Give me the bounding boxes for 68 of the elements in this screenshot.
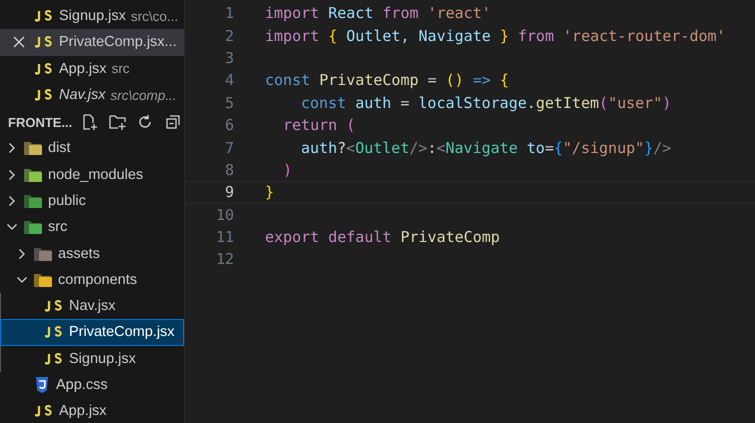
code-line: } — [265, 183, 274, 202]
open-editor-item[interactable]: PrivateComp.jsx... — [0, 29, 184, 56]
close-icon[interactable] — [13, 36, 25, 48]
folder-item[interactable]: assets — [0, 240, 184, 267]
folder-name: assets — [58, 246, 100, 262]
file-path: src\comp... — [110, 88, 176, 103]
js-file-icon — [45, 326, 62, 338]
folder-name: dist — [48, 140, 71, 156]
file-item[interactable]: Nav.jsx — [0, 292, 184, 320]
file-name: App.css — [56, 377, 108, 393]
new-folder-icon[interactable] — [109, 114, 126, 131]
line-number: 5 — [224, 94, 235, 112]
code-line: export default PrivateComp — [265, 228, 500, 246]
collapse-icon[interactable] — [165, 114, 182, 131]
line-number: 1 — [224, 4, 235, 22]
open-editor-item[interactable]: App.jsx src — [0, 56, 184, 82]
js-file-icon — [35, 405, 52, 418]
code-line: const auth = localStorage.getItem("user") — [301, 94, 672, 112]
file-name: App.jsx — [59, 60, 107, 77]
file-path: src — [112, 61, 130, 76]
code-line: import { Outlet, Navigate } from 'react-router-dom' — [265, 26, 726, 45]
folder-name: node_modules — [48, 166, 144, 183]
folder-name: src — [48, 219, 68, 236]
folder-item[interactable]: src — [0, 214, 184, 240]
line-number: 7 — [224, 138, 235, 157]
line-number: 10 — [214, 206, 235, 224]
line-number: 12 — [214, 250, 235, 268]
js-file-icon — [45, 352, 62, 365]
folder-name: components — [58, 272, 137, 288]
folder-item[interactable]: components — [0, 266, 184, 293]
line-number: 4 — [224, 71, 235, 90]
file-item[interactable]: App.jsx — [0, 398, 184, 423]
js-file-icon — [35, 10, 52, 22]
folder-item[interactable]: public — [0, 188, 184, 214]
code-line: return ( — [283, 116, 356, 134]
line-number: 6 — [224, 116, 235, 134]
file-path: src\co... — [130, 8, 178, 24]
file-name: Signup.jsx — [69, 350, 136, 367]
file-name: PrivateComp.jsx... — [59, 34, 177, 50]
js-file-icon — [35, 62, 52, 75]
file-name: Signup.jsx — [59, 8, 126, 24]
js-file-icon — [35, 36, 52, 48]
line-number: 2 — [224, 26, 235, 45]
line-number: 9 — [224, 183, 235, 202]
folder-name: public — [48, 192, 86, 209]
code-line: ) — [283, 160, 292, 179]
line-number: 11 — [214, 228, 235, 246]
js-file-icon — [35, 89, 52, 102]
open-editor-item[interactable]: Signup.jsx src\co... — [0, 3, 184, 30]
open-editor-item[interactable]: Nav.jsx src\comp... — [0, 82, 184, 108]
code-line: import React from 'react' — [265, 4, 491, 22]
code-line: auth?<Outlet/>:<Navigate to={"/signup"}/> — [301, 138, 672, 157]
folder-item[interactable]: node_modules — [0, 161, 184, 188]
file-name: App.jsx — [59, 403, 107, 420]
file-item[interactable]: Signup.jsx — [0, 346, 184, 372]
folder-item[interactable]: dist — [0, 135, 184, 162]
css-file-icon — [35, 377, 49, 393]
explorer-title: FRONTE... — [8, 114, 72, 130]
file-name: PrivateComp.jsx — [69, 324, 175, 340]
js-file-icon — [45, 300, 62, 312]
new-file-icon[interactable] — [81, 114, 98, 131]
line-number: 8 — [224, 160, 235, 179]
file-item[interactable]: PrivateComp.jsx — [0, 319, 184, 346]
line-number: 3 — [224, 48, 235, 67]
code-line: const PrivateComp = () => { — [265, 71, 509, 90]
file-name: Nav.jsx — [69, 298, 116, 314]
file-name: Nav.jsx — [59, 87, 106, 104]
file-item[interactable]: App.css — [0, 372, 184, 398]
